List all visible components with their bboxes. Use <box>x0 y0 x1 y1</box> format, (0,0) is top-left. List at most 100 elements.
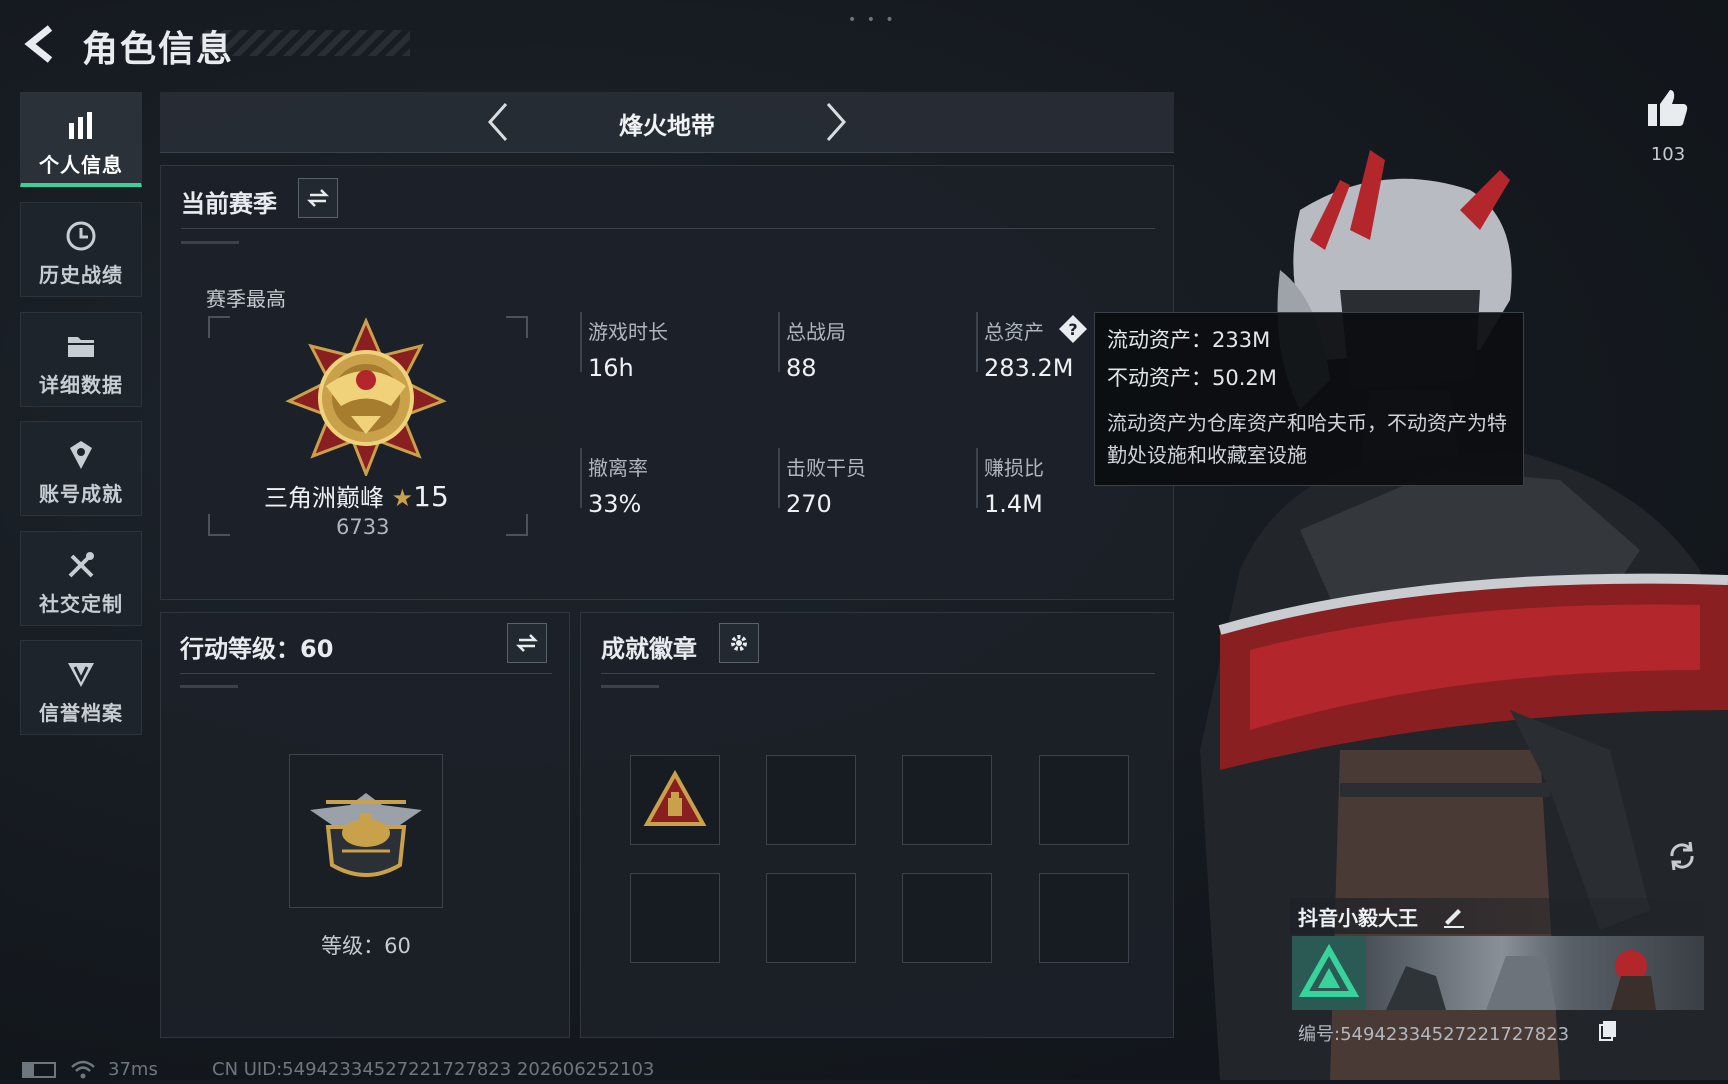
action-level-panel: 行动等级：60 等级：60 <box>160 612 570 1038</box>
sidebar-item-details[interactable]: 详细数据 <box>20 312 142 407</box>
sidebar-item-label: 账号成就 <box>39 482 123 506</box>
stat-divider <box>976 312 978 372</box>
level-emblem-frame <box>289 754 443 908</box>
helicopter-emblem-icon <box>310 793 422 877</box>
divider <box>180 673 552 674</box>
divider-accent <box>181 241 239 244</box>
asset-tooltip: 流动资产：233M 不动资产：50.2M 流动资产为仓库资产和哈夫币，不动资产为… <box>1094 312 1524 486</box>
swap-icon <box>307 189 329 207</box>
badge-slot[interactable] <box>902 873 992 963</box>
like-button[interactable] <box>1644 84 1692 132</box>
stat-label: 总战局 <box>786 320 846 344</box>
badges-panel: 成就徽章 <box>580 612 1174 1038</box>
clock-icon <box>66 221 96 251</box>
cn-uid-text: CN UID:549423345272217278​23 20260625210… <box>212 1059 655 1080</box>
back-arrow-icon <box>24 25 53 63</box>
like-count: 103 <box>1650 144 1686 165</box>
badge-slot[interactable] <box>902 755 992 845</box>
stat-value: 270 <box>786 490 832 518</box>
stat-label: 击败干员 <box>786 456 866 480</box>
divider-accent <box>601 685 659 688</box>
season-title: 当前赛季 <box>181 190 277 218</box>
delta-logo-icon <box>1298 943 1360 997</box>
next-mode-button[interactable] <box>818 100 854 144</box>
stat-label: 游戏时长 <box>588 320 668 344</box>
page-title: 角色信息 <box>82 29 235 70</box>
help-diamond-icon: ? <box>1059 315 1087 343</box>
copy-icon <box>1599 1021 1616 1041</box>
rank-line: 三角洲巅峰 ★15 <box>264 478 449 513</box>
wifi-icon <box>71 1060 95 1079</box>
frame-corner <box>208 514 230 536</box>
action-level-switch-button[interactable] <box>507 623 547 663</box>
player-banner[interactable] <box>1292 936 1704 1010</box>
season-panel: 当前赛季 赛季最高 三角洲巅峰 ★15 6733 游戏时长 16h 总战局 88… <box>160 165 1174 600</box>
badges-title: 成就徽章 <box>601 635 697 663</box>
pencil-icon <box>1444 909 1464 928</box>
banner-illustration <box>1386 950 1656 1010</box>
frame-corner <box>506 316 528 338</box>
tooltip-fixed-assets: 不动资产：50.2M <box>1107 366 1277 390</box>
divider <box>181 228 1155 229</box>
bar-chart-icon <box>69 112 92 139</box>
rank-name: 三角洲巅峰 <box>264 484 384 512</box>
divider <box>601 673 1155 674</box>
rank-emblem-icon <box>285 317 447 476</box>
stat-label: 撤离率 <box>588 456 648 480</box>
sidebar-item-social[interactable]: 社交定制 <box>20 531 142 626</box>
stat-label: 赚损比 <box>984 456 1044 480</box>
badge-slot[interactable] <box>630 873 720 963</box>
stat-divider <box>580 448 582 508</box>
sidebar-item-achievements[interactable]: 账号成就 <box>20 421 142 516</box>
badge-triangle-icon <box>643 769 707 826</box>
battery-icon <box>22 1062 56 1078</box>
achievement-icon <box>70 441 92 469</box>
svg-text:?: ? <box>1068 320 1077 339</box>
player-uid: 编号:549423345272217278​23 <box>1298 1024 1570 1045</box>
sidebar-item-label: 信誉档案 <box>39 701 123 725</box>
stat-divider <box>778 312 780 372</box>
season-best-label: 赛季最高 <box>206 287 286 311</box>
tools-icon <box>68 552 94 578</box>
stat-divider <box>580 312 582 372</box>
folder-icon <box>68 337 94 357</box>
player-name: 抖音小毅大王 <box>1298 906 1418 930</box>
star-icon: ★ <box>391 484 414 512</box>
player-avatar <box>1292 936 1366 1010</box>
badge-slot[interactable] <box>1039 755 1129 845</box>
swap-icon <box>516 634 538 652</box>
gear-icon <box>731 635 747 651</box>
badge-slot[interactable] <box>1039 873 1129 963</box>
edit-name-button[interactable] <box>1440 902 1466 928</box>
frame-corner <box>506 514 528 536</box>
sidebar-item-credit[interactable]: 信誉档案 <box>20 640 142 735</box>
sidebar-item-history[interactable]: 历史战绩 <box>20 202 142 297</box>
badge-slot[interactable] <box>766 755 856 845</box>
copy-uid-button[interactable] <box>1596 1018 1620 1042</box>
stat-value: 283.2M <box>984 354 1074 382</box>
badges-settings-button[interactable] <box>719 623 759 663</box>
sidebar-item-personal-info[interactable]: 个人信息 <box>20 92 142 187</box>
badge-slot[interactable] <box>630 755 720 845</box>
level-text: 等级：60 <box>321 934 411 958</box>
frame-corner <box>208 316 230 338</box>
asset-help-button[interactable]: ? <box>1057 313 1089 349</box>
back-button[interactable] <box>20 22 60 66</box>
season-switch-button[interactable] <box>298 178 338 218</box>
badge-slot[interactable] <box>766 873 856 963</box>
rank-stars: 15 <box>413 480 449 513</box>
thumbs-up-icon <box>1648 90 1688 126</box>
sidebar-item-label: 社交定制 <box>39 592 123 616</box>
stat-value: 1.4M <box>984 490 1043 518</box>
top-dots-decoration: • • • <box>848 12 897 28</box>
sidebar-item-label: 详细数据 <box>39 373 123 397</box>
action-level-title: 行动等级：60 <box>180 635 334 663</box>
stat-value: 16h <box>588 354 634 382</box>
stat-label: 总资产 <box>984 320 1044 344</box>
tooltip-liquid-assets: 流动资产：233M <box>1107 328 1271 352</box>
stat-divider <box>976 448 978 508</box>
rotate-model-button[interactable] <box>1662 836 1702 876</box>
sidebar-item-label: 历史战绩 <box>39 263 123 287</box>
stat-divider <box>778 448 780 508</box>
rank-score: 6733 <box>336 515 390 539</box>
